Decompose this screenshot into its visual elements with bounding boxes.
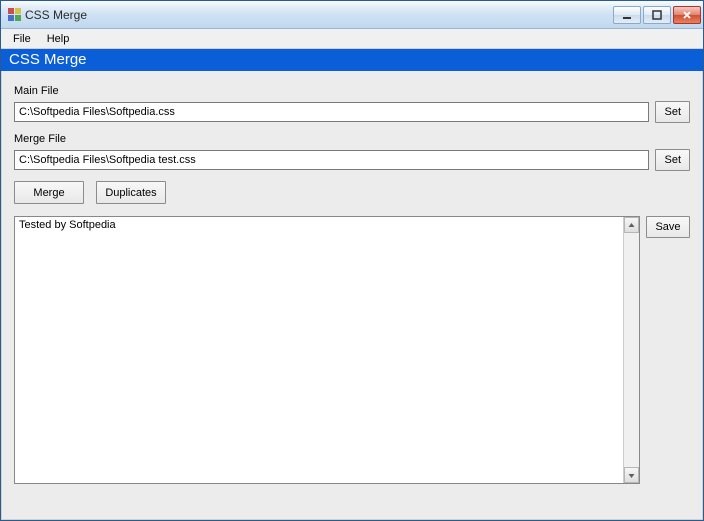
content-panel: Main File Set Merge File Set Merge Dupli… (1, 71, 703, 520)
output-row: Tested by Softpedia Save (14, 216, 690, 486)
app-icon (7, 8, 21, 22)
merge-file-row: Set (14, 149, 690, 171)
main-file-label: Main File (14, 85, 690, 97)
merge-file-input[interactable] (14, 150, 649, 170)
app-header: CSS Merge (1, 49, 703, 71)
main-file-set-button[interactable]: Set (655, 101, 690, 123)
save-column: Save (646, 216, 690, 238)
app-header-title: CSS Merge (9, 51, 87, 68)
menubar: File Help (1, 29, 703, 49)
main-file-row: Set (14, 101, 690, 123)
action-row: Merge Duplicates (14, 181, 690, 204)
menu-help[interactable]: Help (39, 31, 78, 47)
menu-file[interactable]: File (5, 31, 39, 47)
main-file-input[interactable] (14, 102, 649, 122)
titlebar[interactable]: CSS Merge (1, 1, 703, 29)
scroll-up-arrow-icon[interactable] (624, 217, 639, 233)
scroll-down-arrow-icon[interactable] (624, 467, 639, 483)
output-scrollbar[interactable] (623, 217, 639, 483)
window-title: CSS Merge (25, 8, 613, 22)
maximize-button[interactable] (643, 6, 671, 24)
window-controls (613, 6, 701, 24)
merge-file-set-button[interactable]: Set (655, 149, 690, 171)
save-button[interactable]: Save (646, 216, 690, 238)
close-button[interactable] (673, 6, 701, 24)
output-textarea-wrap: Tested by Softpedia (14, 216, 640, 484)
merge-button[interactable]: Merge (14, 181, 84, 204)
duplicates-button[interactable]: Duplicates (96, 181, 166, 204)
merge-file-label: Merge File (14, 133, 690, 145)
app-window: CSS Merge File Help CSS Merge Main File … (0, 0, 704, 521)
minimize-button[interactable] (613, 6, 641, 24)
output-textarea[interactable]: Tested by Softpedia (15, 217, 623, 483)
